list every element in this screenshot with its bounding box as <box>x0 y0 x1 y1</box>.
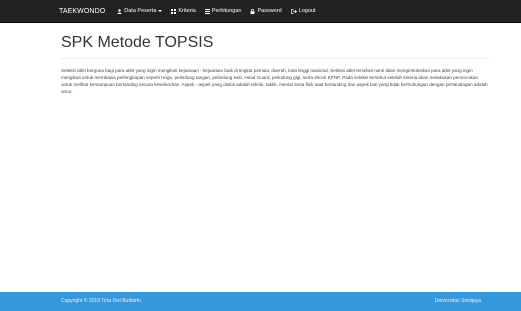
footer-university: Universitas Sriwijaya <box>434 298 481 304</box>
nav-item-password[interactable]: Password <box>250 8 282 14</box>
nav-item-perhitungan[interactable]: Perhitungan <box>204 8 242 14</box>
footer-copyright: Copyright © 2019 Tirta Dwi Budiarto <box>61 298 141 304</box>
nav-item-label: Kriteria <box>178 8 196 14</box>
navbar-brand[interactable]: TAEKWONDO <box>59 8 105 15</box>
navbar-inner: TAEKWONDO Data Peserta Kriteria Perhitun… <box>59 0 324 22</box>
page: TAEKWONDO Data Peserta Kriteria Perhitun… <box>0 0 521 311</box>
nav-item-label: Perhitungan <box>211 8 242 14</box>
grid-icon <box>171 8 177 14</box>
nav-item-label: Data Peserta <box>124 8 157 14</box>
footer: Copyright © 2019 Tirta Dwi Budiarto Univ… <box>0 292 521 311</box>
user-icon <box>117 8 122 14</box>
list-icon <box>204 8 210 14</box>
top-navbar: TAEKWONDO Data Peserta Kriteria Perhitun… <box>0 0 521 23</box>
description-paragraph: Seleksi atlet berguna bagi para atlet ya… <box>61 68 488 94</box>
nav-item-label: Password <box>257 8 282 14</box>
nav-item-logout[interactable]: Logout <box>290 8 316 14</box>
lock-icon <box>250 8 255 14</box>
nav-item-label: Logout <box>298 8 316 14</box>
main-content: SPK Metode TOPSIS Seleksi atlet berguna … <box>61 34 490 100</box>
nav-item-data-peserta[interactable]: Data Peserta <box>117 8 163 14</box>
nav-item-kriteria[interactable]: Kriteria <box>171 8 196 14</box>
page-title: SPK Metode TOPSIS <box>61 34 490 59</box>
logout-icon <box>290 8 297 14</box>
caret-down-icon <box>158 10 163 12</box>
